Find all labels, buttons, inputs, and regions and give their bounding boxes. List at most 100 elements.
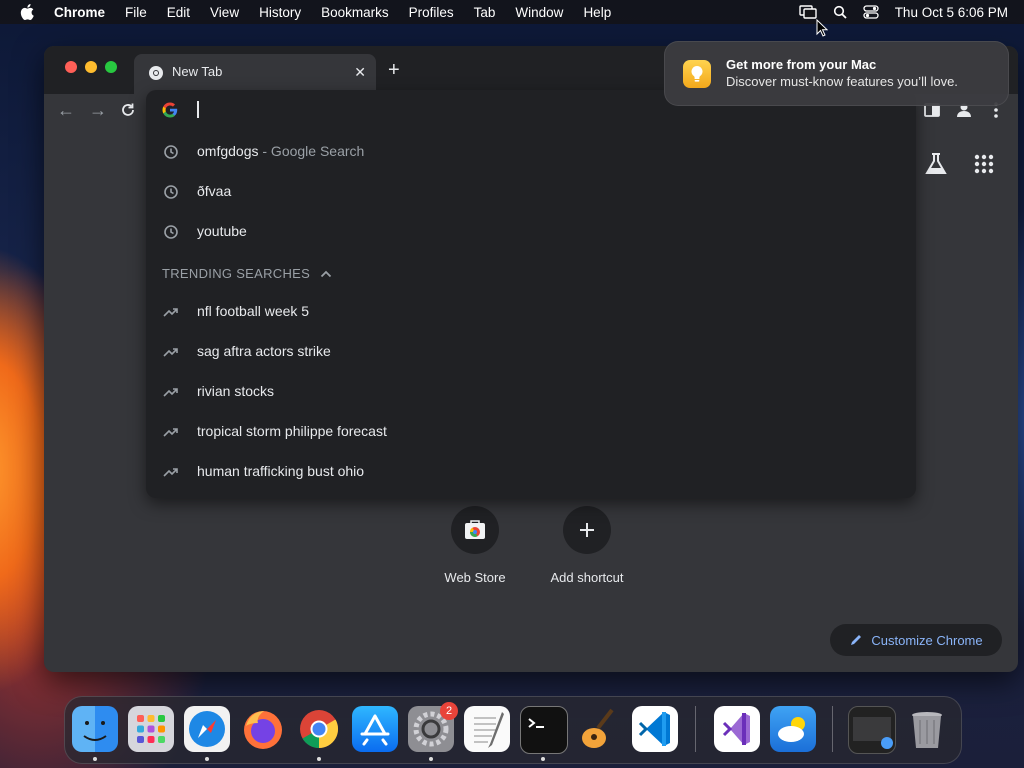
add-shortcut-tile xyxy=(563,506,611,554)
spotlight-search-icon[interactable] xyxy=(833,5,847,19)
trending-arrow-icon xyxy=(163,388,178,397)
web-store-tile xyxy=(451,506,499,554)
tips-lightbulb-icon xyxy=(683,60,711,88)
suggestion-query: youtube xyxy=(197,223,247,239)
running-indicator xyxy=(93,757,97,761)
safari-app-icon[interactable] xyxy=(184,706,230,752)
running-indicator xyxy=(205,757,209,761)
labs-flask-icon[interactable] xyxy=(923,151,949,177)
trending-row[interactable]: rivian stocks xyxy=(146,372,916,412)
history-clock-icon xyxy=(164,145,178,159)
notification-banner[interactable]: Get more from your Mac Discover must-kno… xyxy=(664,41,1009,106)
shortcut-web-store[interactable]: Web Store xyxy=(420,506,530,585)
suggestion-query: ðfvaa xyxy=(197,183,232,199)
suggestion-source: - Google Search xyxy=(258,143,365,159)
launchpad-app-icon[interactable] xyxy=(128,706,174,752)
weather-app-icon[interactable] xyxy=(770,706,816,752)
control-center-icon[interactable] xyxy=(863,5,879,19)
finder-app-icon[interactable] xyxy=(72,706,118,752)
web-store-icon xyxy=(465,520,485,539)
customize-chrome-label: Customize Chrome xyxy=(871,632,983,648)
notification-body: Discover must-know features you’ll love. xyxy=(726,74,958,89)
screen-mirroring-icon[interactable] xyxy=(798,5,817,19)
history-clock-icon xyxy=(164,185,178,199)
running-indicator xyxy=(541,757,545,761)
window-zoom-button[interactable] xyxy=(105,61,117,73)
mouse-cursor-icon xyxy=(816,19,828,37)
omnibox-dropdown: omfgdogs - Google Search ðfvaa youtube T… xyxy=(146,90,916,498)
trending-text: nfl football week 5 xyxy=(197,303,310,319)
trending-row[interactable]: human trafficking bust ohio xyxy=(146,452,916,492)
visual-studio-app-icon[interactable] xyxy=(714,706,760,752)
chrome-app-icon[interactable] xyxy=(296,706,342,752)
trending-text: rivian stocks xyxy=(197,383,275,399)
new-tab-button[interactable]: + xyxy=(388,60,400,80)
trending-text: sag aftra actors strike xyxy=(197,343,331,359)
menu-bookmarks[interactable]: Bookmarks xyxy=(321,5,389,20)
menu-window[interactable]: Window xyxy=(515,5,563,20)
trending-row[interactable]: nfl football week 5 xyxy=(146,292,916,332)
menu-help[interactable]: Help xyxy=(583,5,611,20)
suggestion-text: youtube xyxy=(197,223,247,239)
garageband-app-icon[interactable] xyxy=(576,706,622,752)
notification-title: Get more from your Mac xyxy=(726,57,877,72)
trending-text: tropical storm philippe forecast xyxy=(197,423,387,439)
suggestion-text: omfgdogs - Google Search xyxy=(197,143,364,159)
suggestion-row[interactable]: youtube xyxy=(146,212,916,252)
forward-arrow-icon[interactable]: → xyxy=(88,100,108,120)
trending-text: human trafficking bust ohio xyxy=(197,463,365,479)
shortcut-label: Add shortcut xyxy=(550,570,624,585)
trending-arrow-icon xyxy=(163,468,178,477)
shortcut-label: Web Store xyxy=(444,570,506,585)
dock-separator xyxy=(695,706,696,752)
menu-view[interactable]: View xyxy=(210,5,239,20)
suggestion-row[interactable]: omfgdogs - Google Search xyxy=(146,132,916,172)
google-g-icon xyxy=(162,102,178,118)
plus-icon xyxy=(580,523,594,537)
text-caret xyxy=(197,101,199,118)
shortcut-add[interactable]: Add shortcut xyxy=(532,506,642,585)
suggestion-query: omfgdogs xyxy=(197,143,259,159)
apple-icon[interactable] xyxy=(20,4,34,20)
trending-row[interactable]: tropical storm philippe forecast xyxy=(146,412,916,452)
tab-title: New Tab xyxy=(172,64,223,79)
terminal-app-icon[interactable] xyxy=(520,706,568,754)
suggestion-text: ðfvaa xyxy=(197,183,231,199)
pencil-icon xyxy=(851,635,862,645)
trending-arrow-icon xyxy=(163,308,178,317)
running-indicator xyxy=(317,757,321,761)
app-store-app-icon[interactable] xyxy=(352,706,398,752)
menubar-status-area: Thu Oct 5 6:06 PM xyxy=(798,0,1008,24)
trending-header-label: TRENDING SEARCHES xyxy=(162,266,311,281)
menu-profiles[interactable]: Profiles xyxy=(409,5,454,20)
back-arrow-icon[interactable]: ← xyxy=(56,100,76,120)
running-indicator xyxy=(429,757,433,761)
menu-edit[interactable]: Edit xyxy=(167,5,190,20)
menu-bar: Chrome File Edit View History Bookmarks … xyxy=(0,0,1024,24)
window-close-button[interactable] xyxy=(65,61,77,73)
window-minimize-button[interactable] xyxy=(85,61,97,73)
menu-history[interactable]: History xyxy=(259,5,301,20)
trending-arrow-icon xyxy=(163,428,178,437)
menu-tab[interactable]: Tab xyxy=(474,5,496,20)
suggestion-row[interactable]: ðfvaa xyxy=(146,172,916,212)
trending-row[interactable]: sag aftra actors strike xyxy=(146,332,916,372)
firefox-app-icon[interactable] xyxy=(240,706,286,752)
tab-close-icon[interactable]: ✕ xyxy=(354,64,366,81)
vscode-app-icon[interactable] xyxy=(632,706,678,752)
tab-new-tab[interactable]: New Tab ✕ xyxy=(134,54,376,94)
notification-badge: 2 xyxy=(440,702,458,720)
customize-chrome-button[interactable]: Customize Chrome xyxy=(830,624,1002,656)
screenshot-thumbnail[interactable] xyxy=(848,706,896,754)
trash-icon[interactable] xyxy=(904,706,950,752)
trending-arrow-icon xyxy=(163,348,178,357)
textedit-app-icon[interactable] xyxy=(464,706,510,752)
trending-searches-header[interactable]: TRENDING SEARCHES xyxy=(162,266,332,281)
google-apps-grid-icon[interactable] xyxy=(971,151,997,177)
menubar-clock[interactable]: Thu Oct 5 6:06 PM xyxy=(895,5,1008,20)
menu-app-name[interactable]: Chrome xyxy=(54,5,105,20)
reload-icon[interactable] xyxy=(120,102,136,118)
menu-file[interactable]: File xyxy=(125,5,147,20)
history-clock-icon xyxy=(164,225,178,239)
chevron-up-icon[interactable] xyxy=(320,270,332,278)
